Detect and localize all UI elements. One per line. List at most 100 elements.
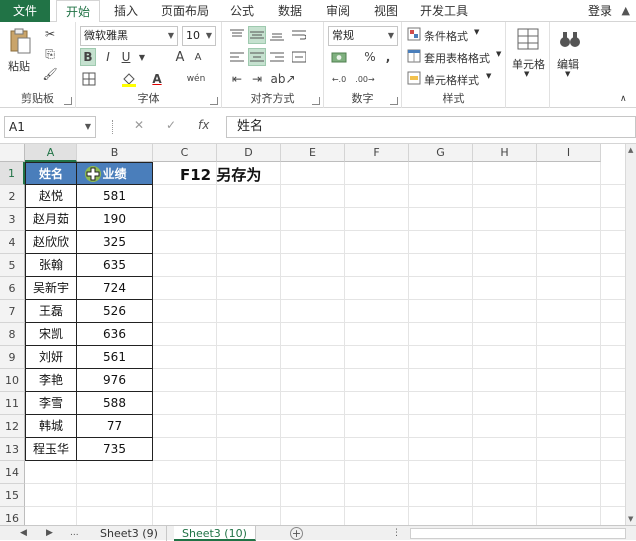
sheet-tab[interactable]: Sheet3 (9) bbox=[92, 526, 167, 541]
cell-styles-button[interactable]: 单元格样式 bbox=[424, 72, 479, 88]
row-header-6[interactable]: 6 bbox=[0, 277, 25, 300]
align-right-icon[interactable] bbox=[268, 48, 286, 66]
bold-button[interactable]: B bbox=[80, 48, 96, 66]
score-cell[interactable]: 724 bbox=[77, 277, 153, 300]
increase-decimal-icon[interactable]: ←.0 bbox=[328, 70, 350, 88]
comma-style-button[interactable]: , bbox=[380, 48, 396, 66]
scroll-up-icon[interactable]: ▲ bbox=[628, 146, 633, 154]
format-as-table-button[interactable]: 套用表格格式 bbox=[424, 50, 490, 66]
row-header-4[interactable]: 4 bbox=[0, 231, 25, 254]
table-header-cell[interactable]: 姓名 bbox=[25, 162, 77, 185]
formula-input[interactable]: 姓名 bbox=[226, 116, 636, 138]
decrease-decimal-icon[interactable]: .00→ bbox=[354, 70, 376, 88]
font-size-dropdown[interactable]: 10 ▼ bbox=[182, 26, 216, 46]
ribbon-collapse-icon[interactable]: ▲ bbox=[622, 4, 630, 17]
font-name-dropdown[interactable]: 微软雅黑 ▼ bbox=[80, 26, 178, 46]
tab-insert[interactable]: 插入 bbox=[106, 0, 146, 22]
name-cell[interactable]: 赵悦 bbox=[25, 185, 77, 208]
tab-data[interactable]: 数据 bbox=[272, 0, 308, 22]
row-header-2[interactable]: 2 bbox=[0, 185, 25, 208]
score-cell[interactable]: 77 bbox=[77, 415, 153, 438]
name-box[interactable]: A1 ▼ bbox=[4, 116, 96, 138]
tab-file[interactable]: 文件 bbox=[0, 0, 50, 22]
clipboard-launcher-icon[interactable] bbox=[64, 97, 72, 105]
score-cell[interactable]: 526 bbox=[77, 300, 153, 323]
name-cell[interactable]: 韩城 bbox=[25, 415, 77, 438]
name-cell[interactable]: 刘妍 bbox=[25, 346, 77, 369]
conditional-formatting-button[interactable]: 条件格式 bbox=[424, 28, 468, 44]
score-cell[interactable]: 588 bbox=[77, 392, 153, 415]
column-header-a[interactable]: A bbox=[25, 144, 77, 162]
row-header-8[interactable]: 8 bbox=[0, 323, 25, 346]
row-header-9[interactable]: 9 bbox=[0, 346, 25, 369]
insert-function-icon[interactable]: fx bbox=[198, 118, 209, 132]
tab-splitter-icon[interactable]: ⋮ bbox=[392, 526, 401, 541]
sheet-tab-active[interactable]: Sheet3 (10) bbox=[174, 526, 256, 541]
worksheet-grid[interactable]: ABCDEFGHI 1 2 3 4 5 6 7 8 9 10 11 12 13 14 15 16 姓名 业绩 赵悦… bbox=[0, 144, 636, 525]
sheet-next-icon[interactable]: ▶ bbox=[46, 526, 53, 541]
fill-color-icon[interactable] bbox=[120, 70, 138, 88]
italic-button[interactable]: I bbox=[100, 48, 116, 66]
name-cell[interactable]: 赵月茹 bbox=[25, 208, 77, 231]
cells-icon[interactable] bbox=[516, 26, 540, 52]
font-launcher-icon[interactable] bbox=[210, 97, 218, 105]
alignment-launcher-icon[interactable] bbox=[312, 97, 320, 105]
name-cell[interactable]: 王磊 bbox=[25, 300, 77, 323]
copy-icon[interactable]: ⎘ bbox=[42, 46, 58, 62]
row-header-14[interactable]: 14 bbox=[0, 461, 25, 484]
column-header-b[interactable]: B bbox=[77, 144, 153, 162]
name-cell[interactable]: 程玉华 bbox=[25, 438, 77, 461]
row-header-16[interactable]: 16 bbox=[0, 507, 25, 525]
column-header-e[interactable]: E bbox=[281, 144, 345, 162]
name-cell[interactable]: 张翰 bbox=[25, 254, 77, 277]
number-format-dropdown[interactable]: 常规 ▼ bbox=[328, 26, 398, 46]
enter-icon[interactable]: ✓ bbox=[166, 118, 176, 132]
increase-indent-icon[interactable]: ⇥ bbox=[248, 70, 266, 88]
phonetic-guide-button[interactable]: wén bbox=[184, 70, 208, 88]
row-header-3[interactable]: 3 bbox=[0, 208, 25, 231]
merge-center-icon[interactable] bbox=[290, 48, 308, 66]
row-header-13[interactable]: 13 bbox=[0, 438, 25, 461]
align-bottom-icon[interactable] bbox=[268, 26, 286, 44]
row-header-12[interactable]: 12 bbox=[0, 415, 25, 438]
underline-button[interactable]: U bbox=[118, 48, 134, 66]
shrink-font-button[interactable]: A bbox=[190, 48, 206, 66]
row-header-1[interactable]: 1 bbox=[0, 162, 25, 185]
grow-font-button[interactable]: A bbox=[172, 48, 188, 66]
row-header-7[interactable]: 7 bbox=[0, 300, 25, 323]
orientation-icon[interactable]: ab↗ bbox=[270, 70, 295, 88]
name-cell[interactable]: 赵欣欣 bbox=[25, 231, 77, 254]
binoculars-icon[interactable] bbox=[558, 26, 582, 52]
align-center-icon[interactable] bbox=[248, 48, 266, 66]
row-header-5[interactable]: 5 bbox=[0, 254, 25, 277]
vertical-scrollbar[interactable]: ▲ ▼ bbox=[625, 144, 636, 525]
tab-view[interactable]: 视图 bbox=[368, 0, 404, 22]
horizontal-scrollbar[interactable] bbox=[410, 528, 626, 539]
column-header-h[interactable]: H bbox=[473, 144, 537, 162]
row-header-15[interactable]: 15 bbox=[0, 484, 25, 507]
tab-review[interactable]: 审阅 bbox=[320, 0, 356, 22]
sheet-more-button[interactable]: ... bbox=[70, 526, 79, 541]
row-header-11[interactable]: 11 bbox=[0, 392, 25, 415]
wrap-text-icon[interactable] bbox=[290, 26, 308, 44]
tab-formulas[interactable]: 公式 bbox=[224, 0, 260, 22]
add-sheet-button[interactable]: + bbox=[290, 527, 303, 540]
name-cell[interactable]: 李雪 bbox=[25, 392, 77, 415]
score-cell[interactable]: 635 bbox=[77, 254, 153, 277]
score-cell[interactable]: 976 bbox=[77, 369, 153, 392]
align-middle-icon[interactable] bbox=[248, 26, 266, 44]
login-link[interactable]: 登录 bbox=[588, 0, 612, 22]
column-header-d[interactable]: D bbox=[217, 144, 281, 162]
underline-dropdown-icon[interactable]: ▼ bbox=[138, 48, 146, 66]
font-color-button[interactable]: A bbox=[148, 70, 166, 88]
paste-button[interactable]: 粘贴 bbox=[8, 58, 30, 74]
select-all-corner[interactable] bbox=[0, 144, 25, 162]
decrease-indent-icon[interactable]: ⇤ bbox=[228, 70, 246, 88]
format-painter-icon[interactable]: 🖌 bbox=[42, 66, 58, 82]
score-cell[interactable]: 581 bbox=[77, 185, 153, 208]
chevron-up-icon[interactable]: ∧ bbox=[620, 94, 627, 104]
number-launcher-icon[interactable] bbox=[390, 97, 398, 105]
percent-button[interactable]: % bbox=[362, 48, 378, 66]
tab-page-layout[interactable]: 页面布局 bbox=[156, 0, 214, 22]
paste-icon[interactable] bbox=[6, 26, 34, 56]
